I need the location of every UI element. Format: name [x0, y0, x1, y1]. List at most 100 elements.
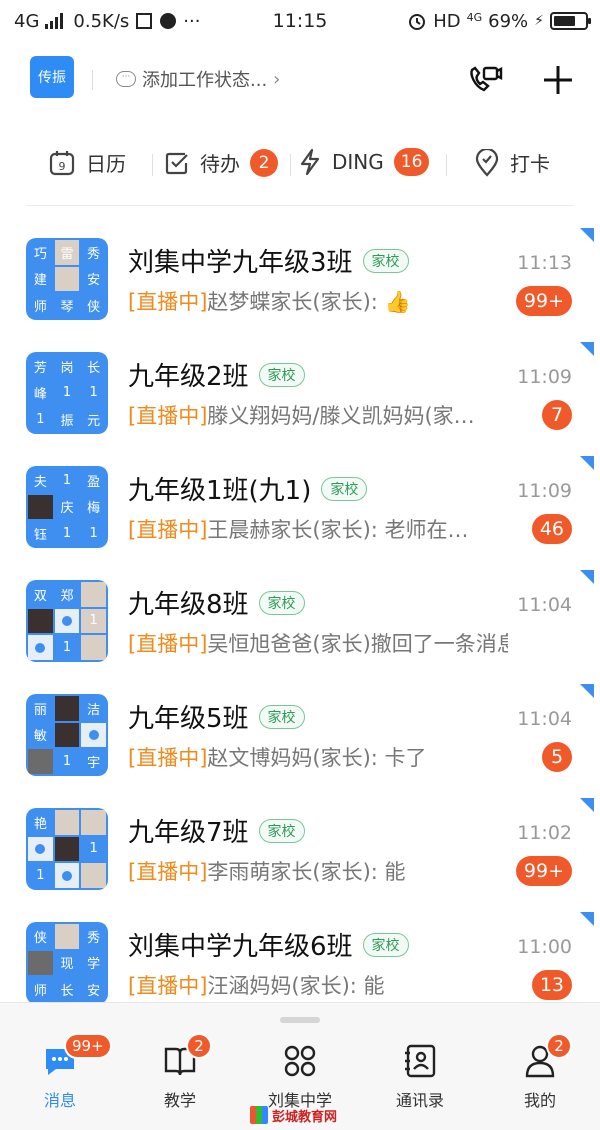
checkin-button[interactable]: 打卡: [474, 148, 550, 177]
avatar-tile: 安: [81, 977, 106, 1002]
group-avatar[interactable]: 双郑11: [26, 580, 108, 662]
chat-name: 刘集中学九年级6班: [128, 932, 353, 962]
tab-teaching[interactable]: 2 教学: [120, 1033, 240, 1111]
chat-item[interactable]: 巧雷秀建 安师琴侠 刘集中学九年级3班 家校 11:13 [直播中]赵梦蝶家长(家…: [0, 220, 600, 334]
avatar-tile: 梅: [81, 494, 106, 520]
location-pin-icon: [475, 148, 499, 177]
group-avatar[interactable]: 丽 洁敏1宇: [26, 694, 108, 776]
avatar-tile: [54, 924, 80, 949]
live-indicator: [直播中]: [128, 290, 208, 314]
todo-button[interactable]: 待办 2: [164, 148, 278, 177]
contacts-icon: [402, 1043, 438, 1079]
chat-name: 刘集中学九年级3班: [128, 248, 353, 278]
drag-handle[interactable]: [280, 1017, 320, 1023]
avatar-tile: [54, 836, 80, 862]
separator: [446, 154, 447, 176]
divider: [26, 205, 574, 206]
chat-message: 滕义翔妈妈/滕义凯妈妈(家…: [207, 404, 475, 428]
chat-item[interactable]: 丽洁敏1宇 九年级5班 家校 11:04 [直播中]赵文博妈妈(家长): 卡了 …: [0, 676, 600, 790]
ding-label: DING: [332, 150, 384, 174]
avatar-tile: 建: [28, 266, 53, 292]
avatar-tile: 1: [28, 407, 53, 432]
avatar-tile: [28, 608, 53, 634]
avatar-tile: [54, 810, 80, 835]
avatar-tile: 师: [28, 977, 53, 1002]
tab-messages[interactable]: 99+ 消息: [0, 1033, 120, 1111]
chat-item[interactable]: 夫1盈庆梅钰11 九年级1班(九1) 家校 11:09 [直播中]王晨赫家长(家…: [0, 448, 600, 562]
battery-icon: [550, 12, 591, 30]
group-tag: 家校: [362, 932, 409, 957]
work-status-button[interactable]: ··· 添加工作状态... ›: [116, 66, 280, 92]
group-avatar[interactable]: 侠 秀现学师长安: [26, 922, 108, 1004]
avatar-tile: 1: [81, 836, 106, 862]
chat-name: 九年级1班(九1): [128, 476, 312, 506]
chat-name: 九年级2班: [128, 362, 249, 392]
charging-icon: ⚡: [534, 13, 544, 29]
avatar-tile: [54, 696, 80, 721]
chat-time: 11:02: [517, 822, 572, 844]
live-indicator: [直播中]: [128, 746, 208, 770]
calendar-label: 日历: [86, 152, 126, 176]
unread-badge: 5: [542, 742, 572, 772]
chat-message: 李雨萌家长(家长): 能: [207, 860, 406, 884]
group-tag: 家校: [258, 362, 305, 387]
tab-school[interactable]: 刘集中学: [240, 1043, 360, 1111]
battery-percent: 69%: [488, 10, 529, 32]
pinned-marker: [580, 456, 594, 470]
avatar-tile: 侠: [81, 293, 106, 318]
unread-badge: 46: [531, 514, 572, 544]
chat-item[interactable]: 芳岗长峰111振元 九年级2班 家校 11:09 [直播中]滕义翔妈妈/滕义凯妈…: [0, 334, 600, 448]
ding-badge: 16: [393, 148, 430, 176]
avatar-tile: [54, 722, 80, 748]
group-avatar[interactable]: 夫1盈庆梅钰11: [26, 466, 108, 548]
avatar-tile: 1: [28, 863, 53, 888]
tab-label: 消息: [43, 1091, 76, 1110]
chat-item[interactable]: 艳 1 1 九年级7班 家校 11:02 [直播中]李雨萌家长(家长): 能 99+: [0, 790, 600, 904]
svg-text:9: 9: [59, 160, 66, 173]
quick-actions-bar: 9 日历 待办 2 DING 16 打卡: [0, 140, 600, 188]
pinned-marker: [580, 228, 594, 242]
avatar-tile: 钰: [28, 521, 53, 546]
chat-item[interactable]: 侠 秀现学师长安 刘集中学九年级6班 家校 11:00 [直播中]汪涵妈妈(家长)…: [0, 904, 600, 1018]
chat-preview: [直播中]汪涵妈妈(家长): 能: [128, 970, 385, 1000]
chat-name: 九年级5班: [128, 704, 249, 734]
chat-time: 11:13: [517, 252, 572, 274]
live-indicator: [直播中]: [128, 860, 208, 884]
avatar-tile: 艳: [28, 810, 53, 835]
chat-time: 11:04: [517, 594, 572, 616]
grid-apps-icon: [282, 1043, 318, 1079]
avatar-tile: [28, 950, 53, 976]
group-avatar[interactable]: 芳岗长峰111振元: [26, 352, 108, 434]
group-tag: 家校: [362, 248, 409, 273]
calendar-button[interactable]: 9 日历: [48, 148, 126, 177]
avatar-tile: 宇: [81, 749, 106, 774]
ding-button[interactable]: DING 16: [298, 148, 430, 176]
avatar-tile: [54, 863, 80, 888]
avatar-tile: 巧: [28, 240, 53, 265]
avatar-tile: [81, 863, 106, 888]
organization-logo[interactable]: 传振: [30, 56, 74, 98]
watermark-logo: 彭城教育网: [250, 1102, 360, 1128]
video-call-icon[interactable]: [464, 60, 504, 100]
avatar-tile: 1: [81, 521, 106, 546]
chat-preview: [直播中]滕义翔妈妈/滕义凯妈妈(家…: [128, 400, 475, 430]
separator: [290, 154, 291, 176]
group-avatar[interactable]: 艳 1 1: [26, 808, 108, 890]
group-tag: 家校: [258, 704, 305, 729]
chat-time: 11:04: [517, 708, 572, 730]
chat-name: 九年级7班: [128, 818, 249, 848]
plus-icon[interactable]: [538, 60, 578, 100]
group-avatar[interactable]: 巧雷秀建 安师琴侠: [26, 238, 108, 320]
lightning-icon: [300, 148, 320, 176]
avatar-tile: 长: [54, 977, 80, 1002]
pinned-marker: [580, 684, 594, 698]
avatar-tile: [28, 494, 53, 520]
avatar-tile: 1: [54, 749, 80, 774]
chat-item[interactable]: 双郑11 九年级8班 家校 11:04 [直播中]吴恒旭爸爸(家长)撤回了一条消…: [0, 562, 600, 676]
avatar-tile: 洁: [81, 696, 106, 721]
live-indicator: [直播中]: [128, 518, 208, 542]
tab-me[interactable]: 2 我的: [480, 1033, 600, 1111]
chat-preview: [直播中]赵梦蝶家长(家长): 👍: [128, 286, 411, 316]
watermark-text: 彭城教育网: [272, 1109, 338, 1125]
tab-contacts[interactable]: 通讯录: [360, 1043, 480, 1111]
